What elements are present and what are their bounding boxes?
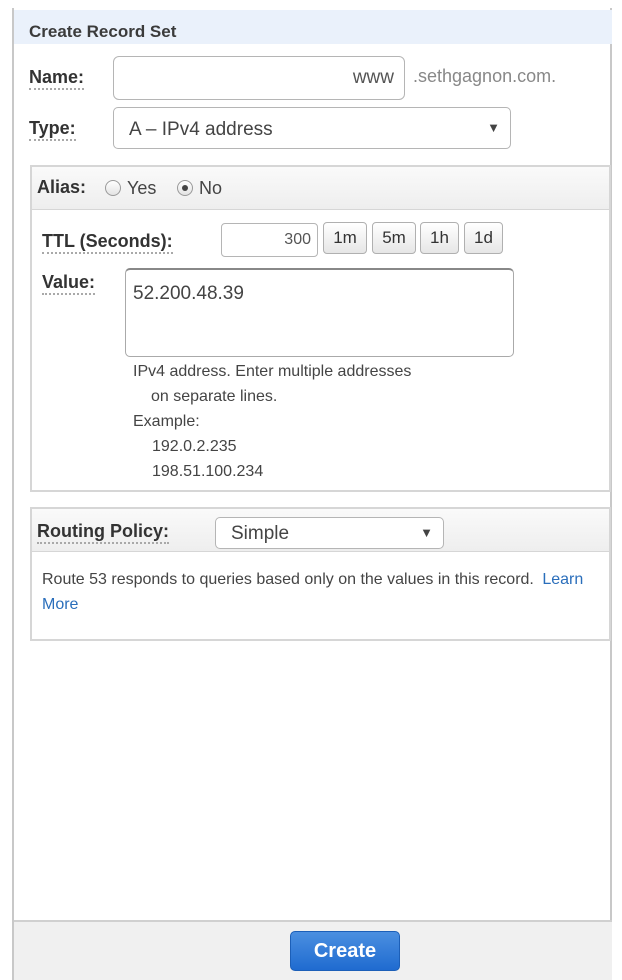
name-input[interactable] bbox=[113, 56, 405, 100]
alias-label: Alias: bbox=[37, 177, 87, 197]
alias-yes-label[interactable]: Yes bbox=[127, 178, 156, 199]
form-title: Create Record Set bbox=[14, 10, 612, 44]
routing-policy-select[interactable]: Simple ▼ bbox=[215, 517, 444, 549]
ttl-1d-button[interactable]: 1d bbox=[464, 222, 503, 254]
value-example-1: 192.0.2.235 bbox=[152, 438, 237, 455]
routing-description: Route 53 responds to queries based only … bbox=[42, 567, 604, 617]
alias-yes-radio[interactable] bbox=[105, 180, 121, 196]
learn-more-link[interactable]: Learn bbox=[542, 571, 583, 588]
ttl-input[interactable] bbox=[221, 223, 318, 257]
value-textarea[interactable]: 52.200.48.39 bbox=[125, 268, 514, 357]
ttl-1m-button[interactable]: 1m bbox=[323, 222, 367, 254]
value-label: Value: bbox=[42, 272, 96, 295]
create-button[interactable]: Create bbox=[290, 931, 400, 971]
value-help-line1: IPv4 address. Enter multiple addresses bbox=[133, 363, 412, 380]
caret-down-icon: ▼ bbox=[420, 525, 433, 540]
learn-more-link-cont[interactable]: More bbox=[42, 596, 78, 613]
routing-description-text: Route 53 responds to queries based only … bbox=[42, 571, 534, 588]
caret-down-icon: ▼ bbox=[487, 120, 500, 135]
ttl-label: TTL (Seconds): bbox=[42, 231, 173, 254]
dialog-frame bbox=[12, 8, 612, 980]
type-label: Type: bbox=[29, 118, 76, 141]
value-help-line2: on separate lines. bbox=[151, 388, 278, 405]
alias-no-label[interactable]: No bbox=[199, 178, 222, 199]
ttl-1h-button[interactable]: 1h bbox=[420, 222, 459, 254]
domain-suffix: .sethgagnon.com. bbox=[413, 66, 557, 86]
routing-select-value: Simple bbox=[231, 523, 290, 544]
type-select-value: A – IPv4 address bbox=[129, 119, 273, 140]
type-select[interactable]: A – IPv4 address ▼ bbox=[113, 107, 511, 149]
routing-policy-label: Routing Policy: bbox=[37, 521, 169, 544]
ttl-5m-button[interactable]: 5m bbox=[372, 222, 416, 254]
name-label: Name: bbox=[29, 67, 85, 90]
value-example-2: 198.51.100.234 bbox=[152, 463, 264, 480]
value-example-label: Example: bbox=[133, 413, 200, 430]
alias-no-radio[interactable] bbox=[177, 180, 193, 196]
